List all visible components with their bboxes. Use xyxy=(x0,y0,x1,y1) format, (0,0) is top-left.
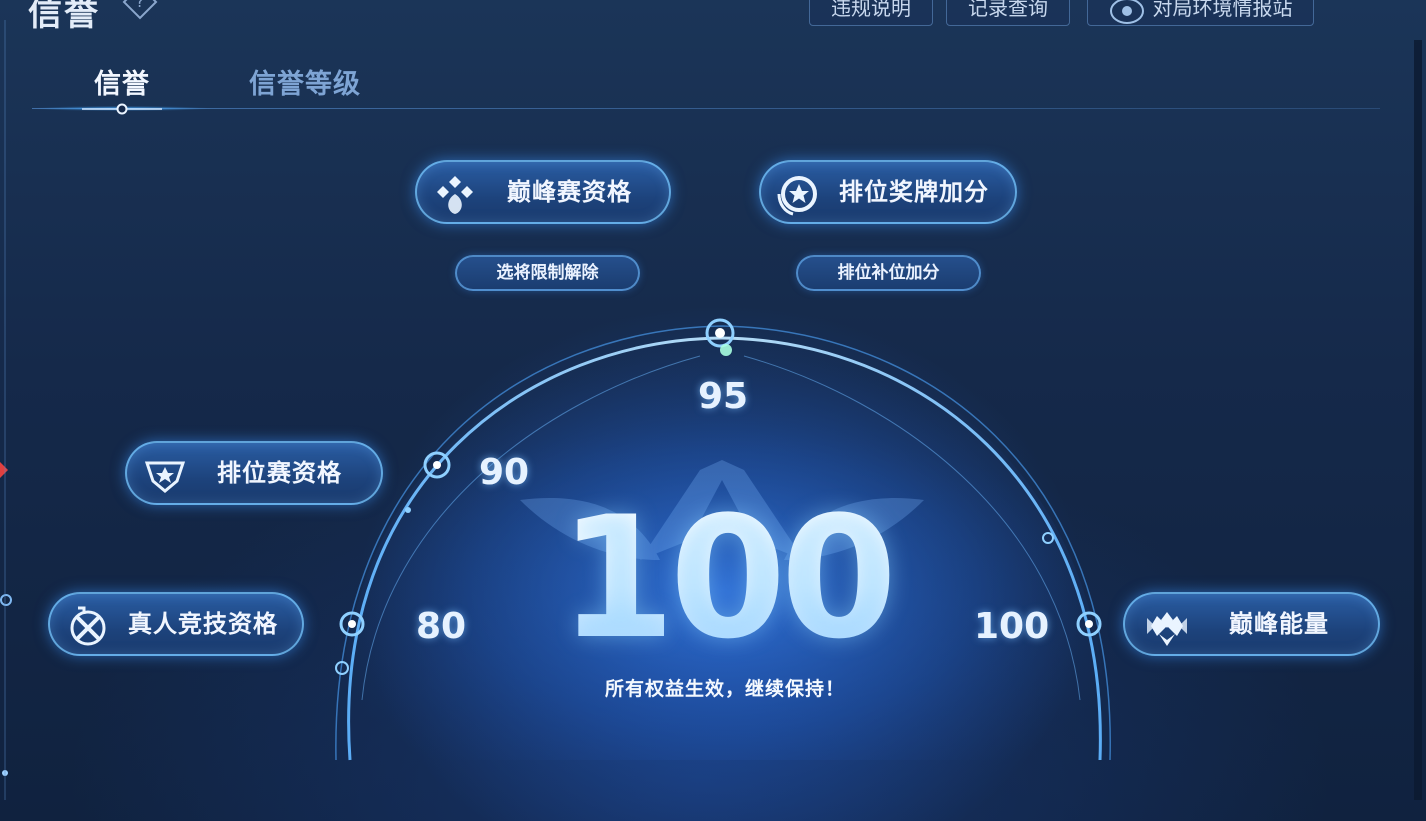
threshold-100: 100 xyxy=(974,606,1050,647)
pvp-qualification-pill[interactable]: 真人竞技资格 xyxy=(48,592,304,656)
record-query-label: 记录查询 xyxy=(968,0,1048,20)
record-query-button[interactable]: 记录查询 xyxy=(946,0,1070,26)
tab-credit-label: 信誉 xyxy=(94,69,150,100)
match-environment-label: 对局环境情报站 xyxy=(1152,0,1293,20)
match-environment-button[interactable]: 对局环境情报站 xyxy=(1087,0,1314,26)
peak-match-qualification-label: 巅峰赛资格 xyxy=(507,178,632,206)
tab-credit-level-label: 信誉等级 xyxy=(249,69,361,100)
violation-info-label: 违规说明 xyxy=(831,0,911,20)
threshold-95: 95 xyxy=(698,376,749,417)
help-icon[interactable]: ? xyxy=(118,0,162,20)
credit-score-value: 100 xyxy=(520,494,930,662)
page-title: 信誉 xyxy=(28,0,100,34)
tab-credit[interactable]: 信誉 xyxy=(94,62,150,101)
violation-info-button[interactable]: 违规说明 xyxy=(809,0,933,26)
pick-restriction-lifted-label: 选将限制解除 xyxy=(496,263,599,283)
svg-text:?: ? xyxy=(136,0,145,11)
ranked-badge-icon xyxy=(144,461,186,493)
ranked-medal-bonus-pill[interactable]: 排位奖牌加分 xyxy=(759,160,1017,224)
ranked-fill-bonus-tag: 排位补位加分 xyxy=(796,255,981,291)
swords-icon xyxy=(70,606,106,646)
medal-star-icon xyxy=(777,176,817,216)
ranked-qualification-label: 排位赛资格 xyxy=(217,459,342,487)
pvp-qualification-label: 真人竞技资格 xyxy=(128,610,278,638)
threshold-90: 90 xyxy=(479,452,530,493)
pick-restriction-lifted-tag: 选将限制解除 xyxy=(455,255,640,291)
peak-match-icon xyxy=(437,176,473,214)
peak-energy-pill[interactable]: 巅峰能量 xyxy=(1123,592,1380,656)
credit-screen: 信誉 ? 违规说明 记录查询 对局环境情报站 信誉 信誉等级 巅峰赛资格 选将限… xyxy=(0,0,1426,821)
threshold-80: 80 xyxy=(416,606,467,647)
ranked-qualification-pill[interactable]: 排位赛资格 xyxy=(125,441,383,505)
peak-energy-icon xyxy=(1147,612,1187,646)
peak-match-qualification-pill[interactable]: 巅峰赛资格 xyxy=(415,160,671,224)
peak-energy-label: 巅峰能量 xyxy=(1229,610,1329,638)
tab-divider xyxy=(32,108,1380,109)
credit-status-text: 所有权益生效，继续保持！ xyxy=(604,678,845,700)
ranked-fill-bonus-label: 排位补位加分 xyxy=(837,263,940,283)
shield-eye-icon xyxy=(1109,0,1144,24)
ranked-medal-bonus-label: 排位奖牌加分 xyxy=(839,178,989,206)
tab-active-indicator xyxy=(82,103,162,115)
tab-credit-level[interactable]: 信誉等级 xyxy=(249,62,361,101)
